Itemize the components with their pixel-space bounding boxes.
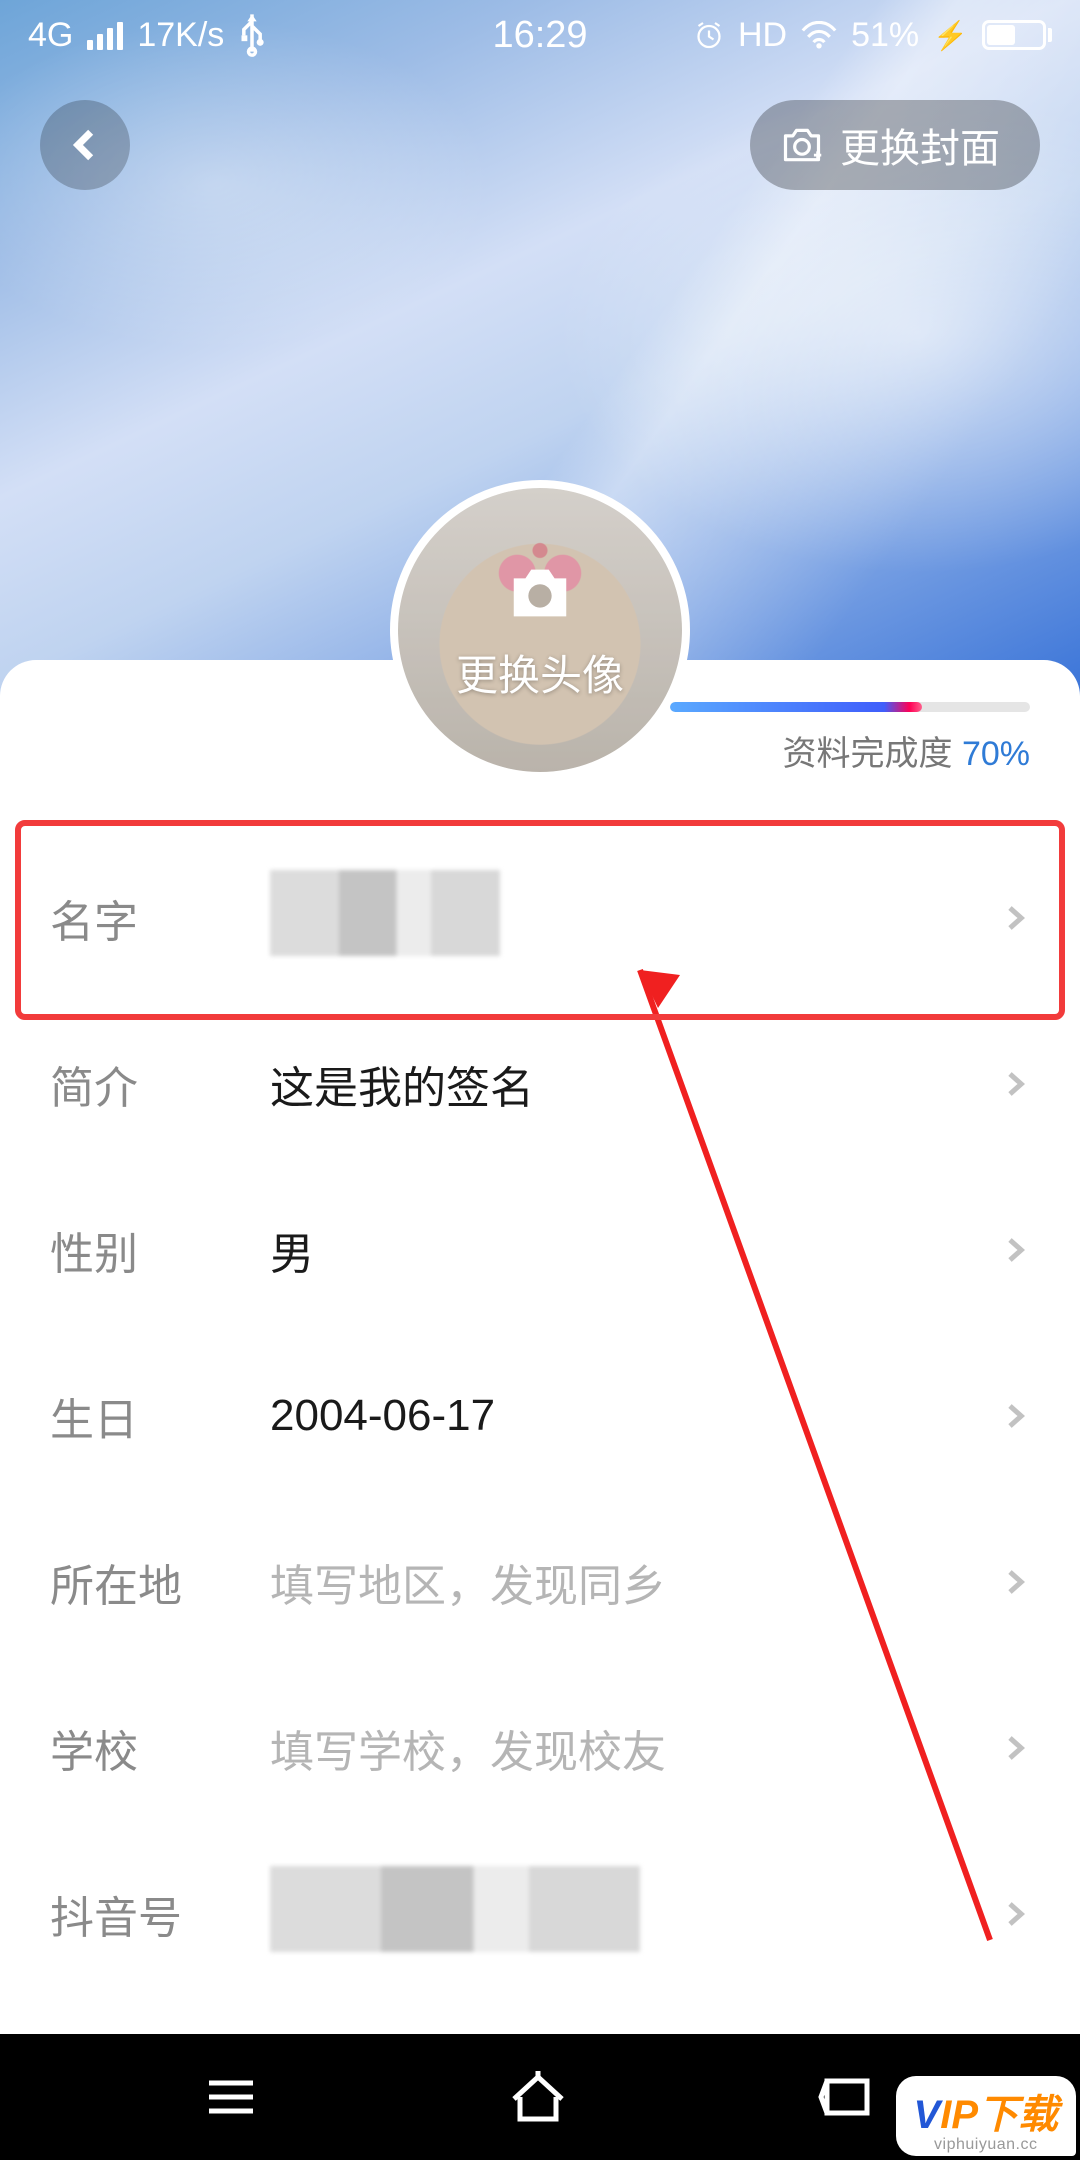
back-button[interactable] [40, 100, 130, 190]
row-name[interactable]: 名字 [0, 835, 1080, 1001]
profile-completion: 资料完成度 70% [670, 702, 1030, 775]
chevron-right-icon [1000, 1733, 1030, 1763]
chevron-right-icon [1000, 1069, 1030, 1099]
row-placeholder: 填写地区，发现同乡 [270, 1550, 1000, 1614]
row-value: 男 [270, 1218, 1000, 1282]
row-bio[interactable]: 简介 这是我的签名 [0, 1001, 1080, 1167]
row-label: 简介 [50, 1052, 270, 1116]
nav-recents-icon[interactable] [203, 2075, 259, 2119]
camera-icon [505, 558, 575, 628]
row-gender[interactable]: 性别 男 [0, 1167, 1080, 1333]
row-label: 所在地 [50, 1550, 270, 1614]
chevron-right-icon [1000, 1235, 1030, 1265]
progress-bar [670, 702, 1030, 712]
row-label: 抖音号 [50, 1882, 270, 1946]
status-bar: 4G 17K/s 16:29 HD 51% ⚡ [0, 0, 1080, 70]
chevron-right-icon [1000, 903, 1030, 933]
change-cover-label: 更换封面 [840, 116, 1000, 174]
camera-add-icon [780, 123, 824, 167]
nav-home-icon[interactable] [506, 2069, 570, 2125]
row-label: 学校 [50, 1716, 270, 1780]
row-birthday[interactable]: 生日 2004-06-17 [0, 1333, 1080, 1499]
row-label: 性别 [50, 1218, 270, 1282]
hd-indicator: HD [738, 16, 787, 55]
alarm-icon [694, 20, 724, 50]
row-douyin-id[interactable]: 抖音号 [0, 1831, 1080, 1997]
progress-label-text: 资料完成度 [782, 735, 961, 773]
usb-icon [238, 12, 266, 59]
row-location[interactable]: 所在地 填写地区，发现同乡 [0, 1499, 1080, 1665]
avatar-button[interactable]: 更换头像 [390, 480, 690, 780]
row-value [270, 870, 1000, 967]
nav-back-icon[interactable] [817, 2073, 877, 2121]
network-speed: 17K/s [137, 16, 224, 55]
profile-fields-list: 名字 简介 这是我的签名 性别 男 生日 2004-06-17 所在地 填写地区… [0, 835, 1080, 1997]
row-value [270, 1866, 1000, 1963]
signal-icon [87, 20, 123, 50]
row-value: 这是我的签名 [270, 1052, 1000, 1116]
chevron-left-icon [68, 128, 102, 162]
change-avatar-label: 更换头像 [456, 642, 624, 703]
progress-percent: 70% [962, 735, 1030, 773]
row-label: 名字 [50, 886, 270, 950]
watermark-badge: VIP下载 viphuiyuan.cc [896, 2076, 1076, 2156]
row-placeholder: 填写学校，发现校友 [270, 1716, 1000, 1780]
chevron-right-icon [1000, 1899, 1030, 1929]
battery-percent: 51% [851, 16, 919, 55]
chevron-right-icon [1000, 1567, 1030, 1597]
row-school[interactable]: 学校 填写学校，发现校友 [0, 1665, 1080, 1831]
chevron-right-icon [1000, 1401, 1030, 1431]
network-type: 4G [28, 16, 73, 55]
battery-icon [982, 20, 1052, 50]
row-label: 生日 [50, 1384, 270, 1448]
charging-icon: ⚡ [933, 19, 968, 52]
row-value: 2004-06-17 [270, 1391, 1000, 1441]
status-time: 16:29 [492, 14, 587, 57]
change-cover-button[interactable]: 更换封面 [750, 100, 1040, 190]
wifi-icon [801, 21, 837, 49]
